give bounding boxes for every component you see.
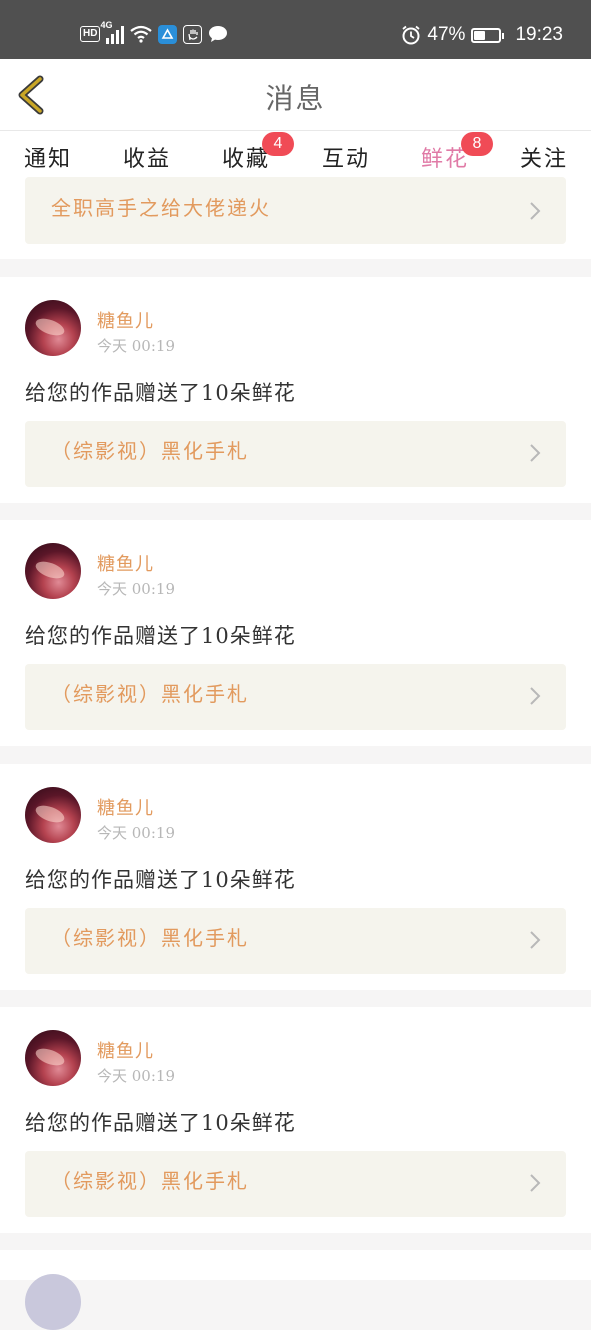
list-item bbox=[0, 1250, 591, 1330]
list-item: 糖鱼儿 今天 00:19 给您的作品赠送了10朵鲜花 （综影视）黑化手札 bbox=[0, 520, 591, 746]
avatar[interactable] bbox=[25, 543, 81, 599]
tab-favorites[interactable]: 收藏 4 bbox=[222, 132, 294, 173]
book-title: （综影视）黑化手札 bbox=[51, 926, 249, 950]
book-link[interactable]: （综影视）黑化手札 bbox=[25, 664, 566, 730]
list-item: 糖鱼儿 今天 00:19 给您的作品赠送了10朵鲜花 （综影视）黑化手札 bbox=[0, 764, 591, 990]
book-link[interactable]: （综影视）黑化手札 bbox=[25, 908, 566, 974]
battery-percent: 47% bbox=[427, 24, 466, 45]
avatar[interactable] bbox=[25, 300, 81, 356]
username[interactable]: 糖鱼儿 bbox=[97, 1037, 154, 1063]
chevron-right-icon bbox=[530, 1174, 541, 1192]
message-text: 给您的作品赠送了10朵鲜花 bbox=[25, 381, 296, 405]
tab-earnings[interactable]: 收益 bbox=[123, 141, 171, 173]
username[interactable]: 糖鱼儿 bbox=[97, 550, 154, 576]
message-text: 给您的作品赠送了10朵鲜花 bbox=[25, 868, 296, 892]
chat-icon bbox=[209, 26, 228, 42]
message-time: 今天 00:19 bbox=[97, 824, 175, 842]
message-text: 给您的作品赠送了10朵鲜花 bbox=[25, 624, 296, 648]
wifi-icon bbox=[130, 25, 153, 43]
book-link[interactable]: （综影视）黑化手札 bbox=[25, 1151, 566, 1217]
chevron-right-icon bbox=[530, 444, 541, 462]
hand-icon bbox=[183, 24, 203, 44]
book-title: （综影视）黑化手札 bbox=[51, 1169, 249, 1193]
favorites-badge: 4 bbox=[262, 132, 294, 156]
chevron-right-icon bbox=[530, 687, 541, 705]
book-title: （综影视）黑化手札 bbox=[51, 439, 249, 463]
book-link[interactable]: （综影视）黑化手札 bbox=[25, 421, 566, 487]
avatar[interactable] bbox=[25, 787, 81, 843]
list-item: 糖鱼儿 今天 00:19 给您的作品赠送了10朵鲜花 （综影视）黑化手札 bbox=[0, 1007, 591, 1233]
message-time: 今天 00:19 bbox=[97, 1067, 175, 1085]
message-time: 今天 00:19 bbox=[97, 337, 175, 355]
avatar[interactable] bbox=[25, 1030, 81, 1086]
book-title: 全职高手之给大佬递火 bbox=[51, 196, 271, 220]
alarm-icon bbox=[402, 25, 420, 45]
app-notification-icon bbox=[158, 24, 178, 44]
book-title: （综影视）黑化手札 bbox=[51, 682, 249, 706]
hd-icon: HD bbox=[80, 26, 101, 42]
list-item: 糖鱼儿 今天 00:19 给您的作品赠送了10朵鲜花 （综影视）黑化手札 bbox=[0, 277, 591, 503]
tab-interactions[interactable]: 互动 bbox=[322, 141, 370, 173]
battery-icon bbox=[471, 27, 505, 43]
status-right-icons: 47% 19:23 bbox=[401, 24, 563, 46]
book-link[interactable]: 全职高手之给大佬递火 bbox=[25, 177, 566, 244]
clock: 19:23 bbox=[515, 24, 563, 45]
message-text: 给您的作品赠送了10朵鲜花 bbox=[25, 1111, 296, 1135]
avatar[interactable] bbox=[25, 1274, 81, 1330]
page-title: 消息 bbox=[265, 82, 326, 115]
flowers-badge: 8 bbox=[461, 132, 493, 156]
signal-icon: 4G bbox=[100, 20, 125, 44]
username[interactable]: 糖鱼儿 bbox=[97, 307, 154, 333]
status-bar: HD 4G 47% 19:23 bbox=[0, 0, 591, 59]
list-item: 全职高手之给大佬递火 bbox=[0, 177, 591, 259]
chevron-right-icon bbox=[530, 202, 541, 220]
tab-flowers[interactable]: 鲜花 8 bbox=[421, 132, 493, 173]
tab-notifications[interactable]: 通知 bbox=[24, 141, 72, 173]
app-header: 消息 bbox=[0, 59, 591, 131]
chevron-right-icon bbox=[530, 931, 541, 949]
username[interactable]: 糖鱼儿 bbox=[97, 794, 154, 820]
tab-following[interactable]: 关注 bbox=[520, 141, 568, 173]
status-left-icons: HD 4G bbox=[80, 20, 228, 44]
message-time: 今天 00:19 bbox=[97, 580, 175, 598]
